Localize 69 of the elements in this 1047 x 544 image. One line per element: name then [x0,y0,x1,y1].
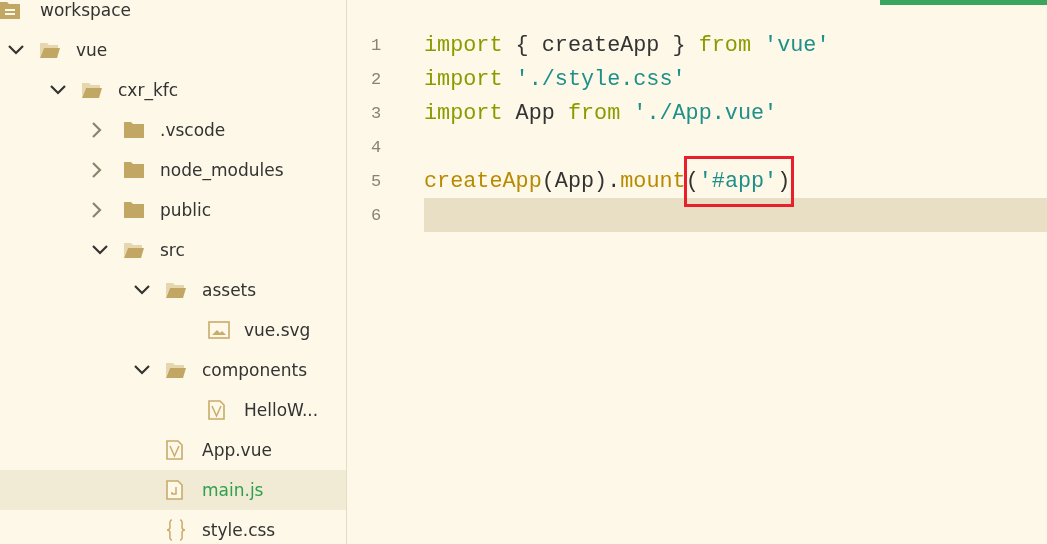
folder-icon [124,122,144,138]
chevron-down-icon[interactable] [134,285,150,295]
code-token: 'vue' [763,32,830,58]
chevron-down-icon[interactable] [50,85,66,95]
line-number: 1 [370,35,383,55]
line-number: 4 [370,137,383,157]
chevron-down-icon[interactable] [8,45,24,55]
file-name: main.js [202,480,264,500]
line-number: 5 [370,171,383,191]
tree-row[interactable]: public [0,190,346,230]
tree-row[interactable]: node_modules [0,150,346,190]
code-token: './App.vue' [632,100,778,126]
code-token: { createApp } [514,32,687,58]
code-token: (App). [541,168,621,194]
tree-row[interactable]: assets [0,270,346,310]
code-token: import [424,100,503,126]
v-file-icon [208,400,225,420]
tree-row[interactable]: cxr_kfc [0,70,346,110]
code-token: import [424,66,503,92]
open-folder-icon [40,42,60,58]
code-token: ) [777,168,791,194]
file-name: HelloW... [244,400,319,420]
tree-row[interactable]: HelloW... [0,390,346,430]
open-folder-icon [166,362,186,378]
folder-icon [124,202,144,218]
file-name: vue.svg [244,320,311,340]
chevron-right-icon[interactable] [92,202,102,218]
code-token: './style.css' [514,66,686,92]
folder-icon [124,162,144,178]
open-folder-icon [82,82,102,98]
tree-row[interactable]: App.vue [0,430,346,470]
code-token: App [514,100,556,126]
folder-name: cxr_kfc [118,80,179,100]
image-file-icon [208,321,230,339]
open-folder-icon [166,282,186,298]
line-number: 2 [370,69,383,89]
tree-row[interactable]: src [0,230,346,270]
file-name: style.css [202,520,276,540]
chevron-right-icon[interactable] [92,162,102,178]
workspace-label: workspace [40,0,131,20]
chevron-right-icon[interactable] [92,122,102,138]
code-token: ( [685,168,699,194]
folder-name: assets [202,280,257,300]
v-file-icon [166,440,183,460]
tree-row[interactable]: vue [0,30,346,70]
code-token: import [424,32,503,58]
tree-row[interactable]: components [0,350,346,390]
line-number: 6 [370,205,383,225]
tree-row[interactable]: .vscode [0,110,346,150]
file-name: App.vue [202,440,272,460]
j-file-icon [166,480,183,500]
code-token: createApp [424,168,542,194]
code-token: '#app' [698,168,778,194]
code-token: from [698,32,752,58]
folder-name: vue [76,40,108,60]
braces-file-icon [166,519,186,541]
chevron-down-icon[interactable] [92,245,108,255]
line-number: 3 [370,103,383,123]
tree-row[interactable]: style.css [0,510,346,544]
code-token: mount [620,168,686,194]
folder-name: components [202,360,308,380]
folder-name: .vscode [160,120,226,140]
open-folder-icon [124,242,144,258]
chevron-down-icon[interactable] [134,365,150,375]
tree-row[interactable]: vue.svg [0,310,346,350]
code-token: from [567,100,621,126]
folder-name: src [160,240,185,260]
folder-name: node_modules [160,160,284,180]
folder-name: public [160,200,212,220]
